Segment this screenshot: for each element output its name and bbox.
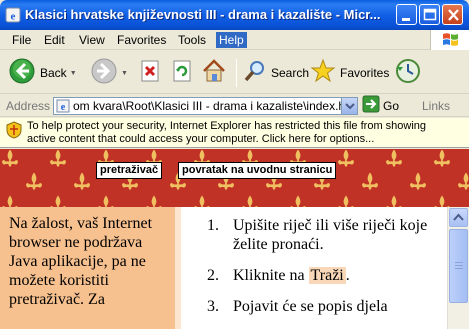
page-icon: e bbox=[56, 99, 70, 118]
fleur-de-lis-icon bbox=[50, 195, 66, 207]
go-label: Go bbox=[383, 99, 400, 113]
forward-arrow-icon bbox=[90, 57, 118, 90]
menu-help[interactable]: Help bbox=[216, 32, 247, 48]
favorites-button[interactable]: Favorites bbox=[310, 58, 389, 88]
links-button[interactable]: Links bbox=[422, 99, 450, 113]
scroll-grip bbox=[455, 265, 463, 266]
back-button[interactable]: Back ▼ bbox=[8, 58, 77, 88]
toolbar: Back ▼ ▼ Search Favorites bbox=[0, 51, 469, 94]
fleur-de-lis-icon bbox=[338, 149, 354, 167]
menu-edit[interactable]: Edit bbox=[41, 32, 68, 48]
fleur-de-lis-icon bbox=[410, 172, 426, 190]
go-arrow-icon bbox=[362, 95, 380, 118]
favorites-star-icon bbox=[310, 58, 336, 89]
address-label: Address bbox=[6, 99, 51, 113]
fleur-de-lis-icon bbox=[146, 195, 162, 207]
scroll-thumb[interactable] bbox=[449, 229, 468, 303]
java-warning-text: Na žalost, vaš Internet browser ne podrž… bbox=[9, 215, 153, 308]
fleur-de-lis-icon bbox=[290, 195, 306, 207]
stop-icon bbox=[138, 59, 162, 88]
fleur-de-lis-icon bbox=[98, 195, 114, 207]
menu-favorites[interactable]: Favorites bbox=[114, 32, 169, 48]
home-icon bbox=[200, 57, 228, 90]
fleur-de-lis-icon bbox=[338, 195, 354, 207]
address-dropdown-button[interactable] bbox=[341, 98, 357, 114]
scroll-up-button[interactable] bbox=[449, 208, 468, 227]
refresh-icon bbox=[170, 59, 194, 88]
menu-view[interactable]: View bbox=[76, 32, 108, 48]
fleur-de-lis-icon bbox=[434, 195, 450, 207]
fleur-de-lis-icon bbox=[434, 149, 450, 167]
toolbar-separator bbox=[236, 59, 237, 87]
search-label: Search bbox=[271, 66, 310, 80]
shield-icon bbox=[6, 121, 22, 144]
address-input[interactable]: e om kvara\Root\Klasici III - drama i ka… bbox=[53, 97, 358, 115]
fleur-de-lis-icon bbox=[194, 195, 210, 207]
step-text-end: . bbox=[345, 267, 350, 284]
vertical-scrollbar[interactable] bbox=[447, 207, 469, 329]
left-frame: Na žalost, vaš Internet browser ne podrž… bbox=[0, 207, 175, 329]
back-arrow-icon bbox=[8, 57, 36, 90]
refresh-button[interactable] bbox=[170, 58, 194, 88]
window-title: Klasici hrvatske književnosti III - dram… bbox=[25, 7, 381, 22]
svg-text:e: e bbox=[11, 11, 16, 23]
back-label: Back bbox=[40, 66, 67, 80]
fleur-de-lis-icon bbox=[2, 149, 18, 167]
step-text: Kliknite na bbox=[233, 267, 309, 284]
favorites-label: Favorites bbox=[340, 66, 390, 80]
maximize-button[interactable] bbox=[419, 4, 440, 25]
go-button[interactable]: Go bbox=[362, 95, 400, 118]
right-frame: 1. Upišite riječ ili više riječi koje že… bbox=[181, 207, 469, 329]
menu-bar: File Edit View Favorites Tools Help bbox=[0, 30, 469, 50]
security-info-bar[interactable]: To help protect your security, Internet … bbox=[0, 118, 469, 148]
fleur-de-lis-icon bbox=[74, 172, 90, 190]
forward-button[interactable]: ▼ bbox=[90, 58, 128, 88]
windows-logo-icon bbox=[430, 30, 469, 50]
list-item: 1. Upišite riječ ili više riječi koje že… bbox=[181, 216, 446, 254]
search-button[interactable]: Search bbox=[243, 58, 309, 88]
scroll-grip bbox=[455, 268, 463, 269]
address-value[interactable]: om kvara\Root\Klasici III - drama i kaza… bbox=[73, 99, 343, 113]
search-icon bbox=[243, 59, 267, 88]
fleur-de-lis-icon bbox=[242, 195, 258, 207]
home-button[interactable] bbox=[200, 58, 228, 88]
address-bar: Address e om kvara\Root\Klasici III - dr… bbox=[0, 95, 469, 117]
close-button[interactable] bbox=[442, 4, 463, 25]
fleur-de-lis-icon bbox=[26, 172, 42, 190]
list-item: 3. Pojavit će se popis djela bbox=[181, 297, 446, 316]
title-bar[interactable]: e Klasici hrvatske književnosti III - dr… bbox=[0, 0, 469, 30]
menu-file[interactable]: File bbox=[9, 32, 34, 48]
list-item: 2. Kliknite na Traži. bbox=[181, 266, 446, 285]
back-dropdown-icon[interactable]: ▼ bbox=[70, 70, 77, 77]
minimize-button[interactable] bbox=[396, 4, 417, 25]
instruction-list: 1. Upišite riječ ili više riječi koje že… bbox=[181, 216, 446, 328]
fleur-de-lis-icon bbox=[50, 149, 66, 167]
fleur-de-lis-icon bbox=[362, 172, 378, 190]
step-number: 3. bbox=[207, 298, 219, 315]
ie-window: e Klasici hrvatske književnosti III - dr… bbox=[0, 0, 469, 329]
fleur-de-lis-icon bbox=[386, 149, 402, 167]
fleur-de-lis-icon bbox=[2, 195, 18, 207]
search-keyword-highlight: Traži bbox=[308, 267, 346, 284]
svg-text:e: e bbox=[61, 102, 66, 113]
stop-button[interactable] bbox=[138, 58, 162, 88]
forward-dropdown-icon[interactable]: ▼ bbox=[121, 70, 128, 77]
step-number: 2. bbox=[207, 267, 219, 284]
header-banner: pretraživač povratak na uvodnu stranicu bbox=[0, 149, 469, 207]
history-icon bbox=[394, 57, 422, 90]
fleur-de-lis-icon bbox=[386, 195, 402, 207]
ie-page-icon: e bbox=[5, 7, 21, 23]
home-nav-button[interactable]: povratak na uvodnu stranicu bbox=[178, 162, 337, 179]
search-nav-button[interactable]: pretraživač bbox=[96, 162, 163, 179]
page-content: pretraživač povratak na uvodnu stranicu … bbox=[0, 149, 469, 329]
step-text: Pojavit će se popis djela bbox=[233, 298, 388, 315]
menu-tools[interactable]: Tools bbox=[175, 32, 209, 48]
scroll-grip bbox=[455, 262, 463, 263]
step-text: Upišite riječ ili više riječi koje želit… bbox=[233, 217, 428, 253]
history-button[interactable] bbox=[394, 58, 422, 88]
security-info-text: To help protect your security, Internet … bbox=[27, 120, 427, 145]
fleur-de-lis-icon bbox=[458, 172, 469, 190]
step-number: 1. bbox=[207, 217, 219, 234]
